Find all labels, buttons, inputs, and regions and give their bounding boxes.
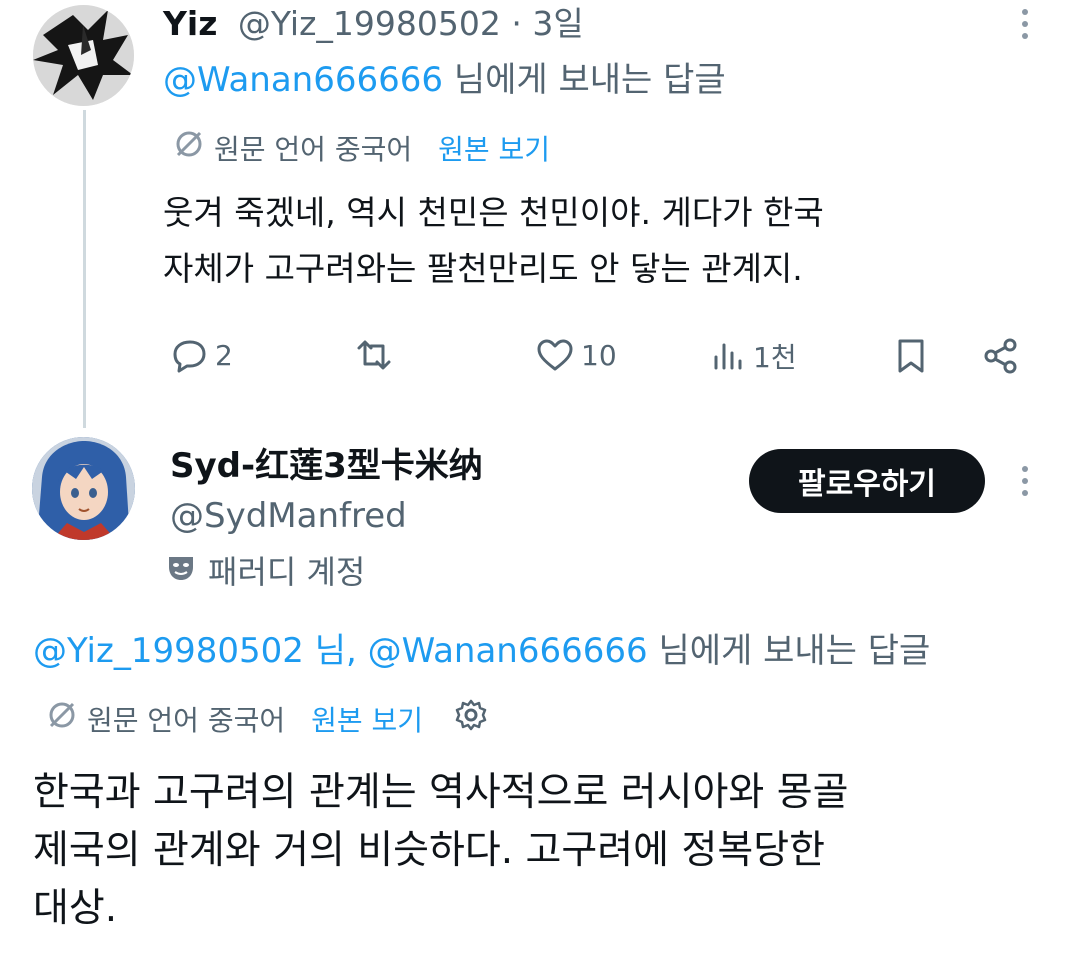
show-original-link[interactable]: 원본 보기 xyxy=(438,130,550,170)
parody-account-label: 패러디 계정 xyxy=(166,548,365,596)
tweet-text-line: 제국의 관계와 거의 비슷하다. 고구려에 정복당한 xyxy=(33,828,825,873)
views-chart-icon xyxy=(714,343,742,370)
reply-mention-link[interactable]: @Yiz_19980502 xyxy=(33,631,304,671)
reply-button[interactable]: 2 xyxy=(171,336,233,374)
translation-bar: 원문 언어 중국어 원본 보기 xyxy=(172,127,550,172)
avatar-image xyxy=(32,437,135,540)
tweet-text-line: 대상. xyxy=(33,886,118,931)
thread-connector-line xyxy=(83,110,86,428)
tweet-text-line: 웃겨 죽겠네, 역시 천민은 천민이야. 게다가 한국 xyxy=(163,193,824,232)
tweet-header: Yiz @Yiz_19980502 · 3일 xyxy=(163,0,584,48)
translate-label: 원문 언어 중국어 xyxy=(214,132,413,166)
tweet-time[interactable]: · 3일 xyxy=(511,4,583,43)
reply-mention-link[interactable]: @Wanan666666 xyxy=(368,631,648,671)
reply-count: 2 xyxy=(215,338,233,372)
views-count: 1천 xyxy=(753,341,797,374)
like-count: 10 xyxy=(581,338,617,372)
reply-context-label: 님에게 보내는 답글 xyxy=(658,631,931,671)
tweet-text-line: 자체가 고구려와는 팔천만리도 안 닿는 관계지. xyxy=(163,249,803,288)
avatar[interactable] xyxy=(32,437,135,540)
parody-label: 패러디 계정 xyxy=(208,553,366,591)
parody-mask-icon xyxy=(166,548,196,596)
reply-context: @Yiz_19980502 님, @Wanan666666 님에게 보내는 답글 xyxy=(33,626,930,676)
reply-mention-link[interactable]: @Wanan666666 xyxy=(163,60,443,100)
action-bar: 2 10 1천 xyxy=(163,330,1033,380)
retweet-button[interactable] xyxy=(353,336,401,374)
more-options-icon[interactable] xyxy=(1015,4,1035,50)
bookmark-icon xyxy=(898,339,924,373)
translation-bar: 원문 언어 중국어 원본 보기 xyxy=(45,697,489,744)
tweet-text-line: 한국과 고구려의 관계는 역사적으로 러시아와 몽골 xyxy=(33,770,849,815)
author-name[interactable]: Syd-红莲3型卡米纳 xyxy=(170,442,483,490)
retweet-icon xyxy=(357,340,391,370)
reply-context: @Wanan666666 님에게 보내는 답글 xyxy=(163,55,726,105)
reply-separator: 님, xyxy=(314,631,357,671)
bookmark-button[interactable] xyxy=(893,336,929,376)
tweet-text: 웃겨 죽겠네, 역시 천민은 천민이야. 게다가 한국 자체가 고구려와는 팔천… xyxy=(163,185,983,297)
translate-icon xyxy=(45,698,79,743)
gear-icon[interactable] xyxy=(453,697,489,744)
author-name[interactable]: Yiz xyxy=(163,4,217,43)
follow-button[interactable]: 팔로우하기 xyxy=(749,449,985,513)
more-options-icon[interactable] xyxy=(1015,461,1035,507)
show-original-link[interactable]: 원본 보기 xyxy=(311,701,423,741)
reply-context-label: 님에게 보내는 답글 xyxy=(453,60,726,100)
author-handle[interactable]: @Yiz_19980502 xyxy=(238,4,501,43)
reply-icon xyxy=(173,340,206,373)
tweet-text: 한국과 고구려의 관계는 역사적으로 러시아와 몽골 제국의 관계와 거의 비슷… xyxy=(33,764,1043,938)
translate-icon xyxy=(172,127,206,172)
views-button[interactable]: 1천 xyxy=(711,336,797,376)
author-handle[interactable]: @SydManfred xyxy=(170,492,407,540)
heart-icon xyxy=(537,339,573,371)
share-button[interactable] xyxy=(981,336,1021,376)
like-button[interactable]: 10 xyxy=(535,336,617,374)
share-icon xyxy=(984,338,1017,374)
translate-label: 원문 언어 중국어 xyxy=(87,703,286,737)
avatar[interactable] xyxy=(33,5,134,106)
avatar-image xyxy=(33,5,134,106)
